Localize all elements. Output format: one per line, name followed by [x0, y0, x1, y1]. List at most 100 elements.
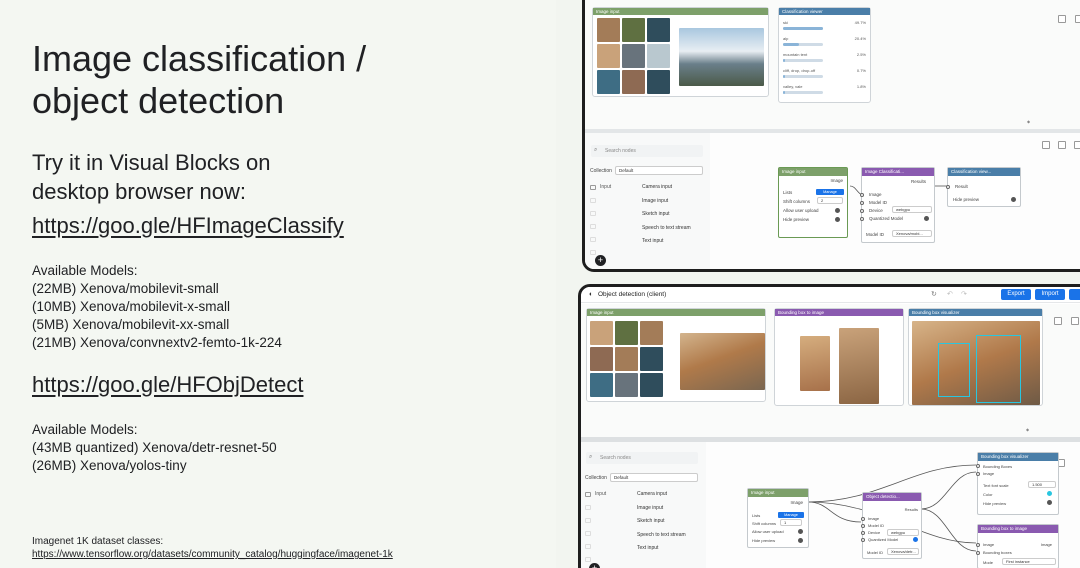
node-field-label: Bounding Boxes: [983, 464, 1013, 469]
node-output-label: Image: [830, 178, 843, 183]
node-bbox-to-image[interactable]: Bounding box to image Image Image Boundi…: [976, 524, 1059, 568]
device-select-value: webgpu: [896, 207, 911, 212]
node-field-label: Lists: [752, 513, 761, 518]
shift-select[interactable]: 2: [817, 197, 843, 204]
node-header: Image Classificati...: [862, 168, 934, 176]
toggle[interactable]: [913, 537, 918, 542]
shift-select-value: 2: [821, 198, 824, 203]
mode-select[interactable]: First instance: [1002, 558, 1056, 565]
node-field-label: Image: [983, 471, 995, 476]
classify-link[interactable]: https://goo.gle/HFImageClassify: [32, 213, 344, 239]
toggle[interactable]: [835, 217, 840, 222]
node-field-label: Quantized Model: [868, 537, 899, 542]
node-object-detector[interactable]: Object detectio... Results Image Model I…: [861, 492, 922, 559]
node-field-label: Model ID: [869, 200, 888, 205]
toggle[interactable]: [1047, 500, 1052, 505]
slide-text: Image classification / object detection …: [32, 0, 552, 568]
manage-button[interactable]: Manage: [778, 512, 804, 518]
toggle[interactable]: [1011, 197, 1016, 202]
node-field-label: Allow user upload: [752, 529, 784, 534]
input-port[interactable]: [976, 543, 980, 547]
node-header: Object detectio...: [863, 493, 921, 501]
input-port[interactable]: [976, 464, 980, 468]
device-select[interactable]: webgpu: [892, 206, 932, 213]
node-field-label: Shift columns: [752, 521, 777, 526]
detection-screen: ◐ Object detection (client) ↻ ↶ ↷ Export…: [578, 284, 1080, 568]
node-header: Bounding box to image: [978, 525, 1058, 533]
input-port[interactable]: [976, 551, 980, 555]
classify-model-item: (10MB) Xenova/mobilevit-x-small: [32, 299, 231, 314]
model-select[interactable]: Xenova/mobi...: [892, 230, 932, 237]
node-field-label: Model ID: [868, 523, 885, 528]
toggle[interactable]: [798, 538, 803, 543]
input-port[interactable]: [860, 193, 864, 197]
title-line-1: Image classification /: [32, 38, 367, 79]
node-field-label: Quantized Model: [869, 216, 904, 221]
node-header: Bounding box visualizer: [978, 453, 1058, 461]
color-swatch[interactable]: [1047, 491, 1052, 496]
node-field-label: Color: [983, 492, 993, 497]
shift-select[interactable]: 1: [780, 519, 802, 526]
node-field-label: Model ID: [867, 550, 884, 555]
detect-model-item: (43MB quantized) Xenova/detr-resnet-50: [32, 440, 277, 455]
detect-models: Available Models: (43MB quantized) Xenov…: [32, 421, 277, 475]
shift-select-value: 1: [784, 520, 787, 525]
model-select-value: Xenova/detr...: [891, 549, 916, 554]
device-select[interactable]: webgpu: [887, 529, 919, 536]
node-field-label: Text font scale: [983, 483, 1009, 488]
node-field-label: Bounding boxes: [983, 550, 1012, 555]
footnote-url[interactable]: https://www.tensorflow.org/datasets/comm…: [32, 549, 393, 560]
subtitle-line-2: desktop browser now:: [32, 179, 246, 204]
node-field-label: Shift columns: [783, 199, 811, 204]
node-field-label: Allow user upload: [783, 208, 819, 213]
input-port[interactable]: [976, 472, 980, 476]
node-header: Image input: [748, 489, 808, 497]
device-select-value: webgpu: [891, 530, 906, 535]
toggle[interactable]: [835, 208, 840, 213]
input-port[interactable]: [860, 217, 864, 221]
slide-subtitle: Try it in Visual Blocks on desktop brows…: [32, 148, 270, 206]
toggle[interactable]: [798, 529, 803, 534]
detect-model-item: (26MB) Xenova/yolos-tiny: [32, 458, 187, 473]
model-select-value: Xenova/mobi...: [896, 231, 923, 236]
node-image-classifier[interactable]: Image Classificati... Results Image Mode…: [860, 167, 935, 243]
model-select[interactable]: Xenova/detr...: [887, 548, 919, 555]
classify-models: Available Models: (22MB) Xenova/mobilevi…: [32, 262, 282, 352]
node-field-label: Model ID: [866, 232, 885, 237]
node-output-label: Results: [904, 507, 918, 512]
node-field-label: Image: [868, 516, 880, 521]
input-port[interactable]: [946, 185, 950, 189]
node-classification-viewer[interactable]: Classification view... Result Hide previ…: [946, 167, 1021, 207]
manage-button[interactable]: Manage: [816, 189, 844, 195]
node-field-label: Device: [868, 530, 881, 535]
node-image-input[interactable]: Image input Image Lists Manage Shift col…: [747, 488, 809, 548]
node-header: Classification view...: [948, 168, 1020, 176]
slide-title: Image classification / object detection: [32, 38, 366, 122]
detect-link[interactable]: https://goo.gle/HFObjDetect: [32, 372, 303, 398]
classify-models-heading: Available Models:: [32, 263, 138, 278]
input-port[interactable]: [860, 209, 864, 213]
node-field-label: Hide preview: [953, 197, 980, 202]
node-field-label: Lists: [783, 190, 793, 195]
node-field-label: Mode: [983, 560, 994, 565]
node-field-label: Image: [869, 192, 882, 197]
detect-models-heading: Available Models:: [32, 422, 138, 437]
title-line-2: object detection: [32, 80, 285, 121]
classify-model-item: (5MB) Xenova/mobilevit-xx-small: [32, 317, 230, 332]
input-port[interactable]: [860, 201, 864, 205]
font-scale-input[interactable]: 1.500: [1028, 481, 1056, 488]
node-field-label: Result: [955, 184, 968, 189]
classification-screen: Image input Classification viewer ski 49.…: [582, 0, 1080, 272]
toggle[interactable]: [924, 216, 929, 221]
node-field-label: Hide preview: [752, 538, 776, 543]
node-image-input[interactable]: Image input Image Lists Manage Shift col…: [778, 167, 848, 238]
input-port[interactable]: [861, 517, 865, 521]
input-port[interactable]: [861, 524, 865, 528]
node-field-label: Hide preview: [783, 217, 810, 222]
input-port[interactable]: [861, 531, 865, 535]
node-output-label: Image: [790, 500, 803, 505]
node-header: Image input: [779, 168, 847, 176]
input-port[interactable]: [861, 538, 865, 542]
mode-select-value: First instance: [1006, 559, 1030, 564]
node-bbox-visualizer[interactable]: Bounding box visualizer Bounding Boxes I…: [976, 452, 1059, 515]
